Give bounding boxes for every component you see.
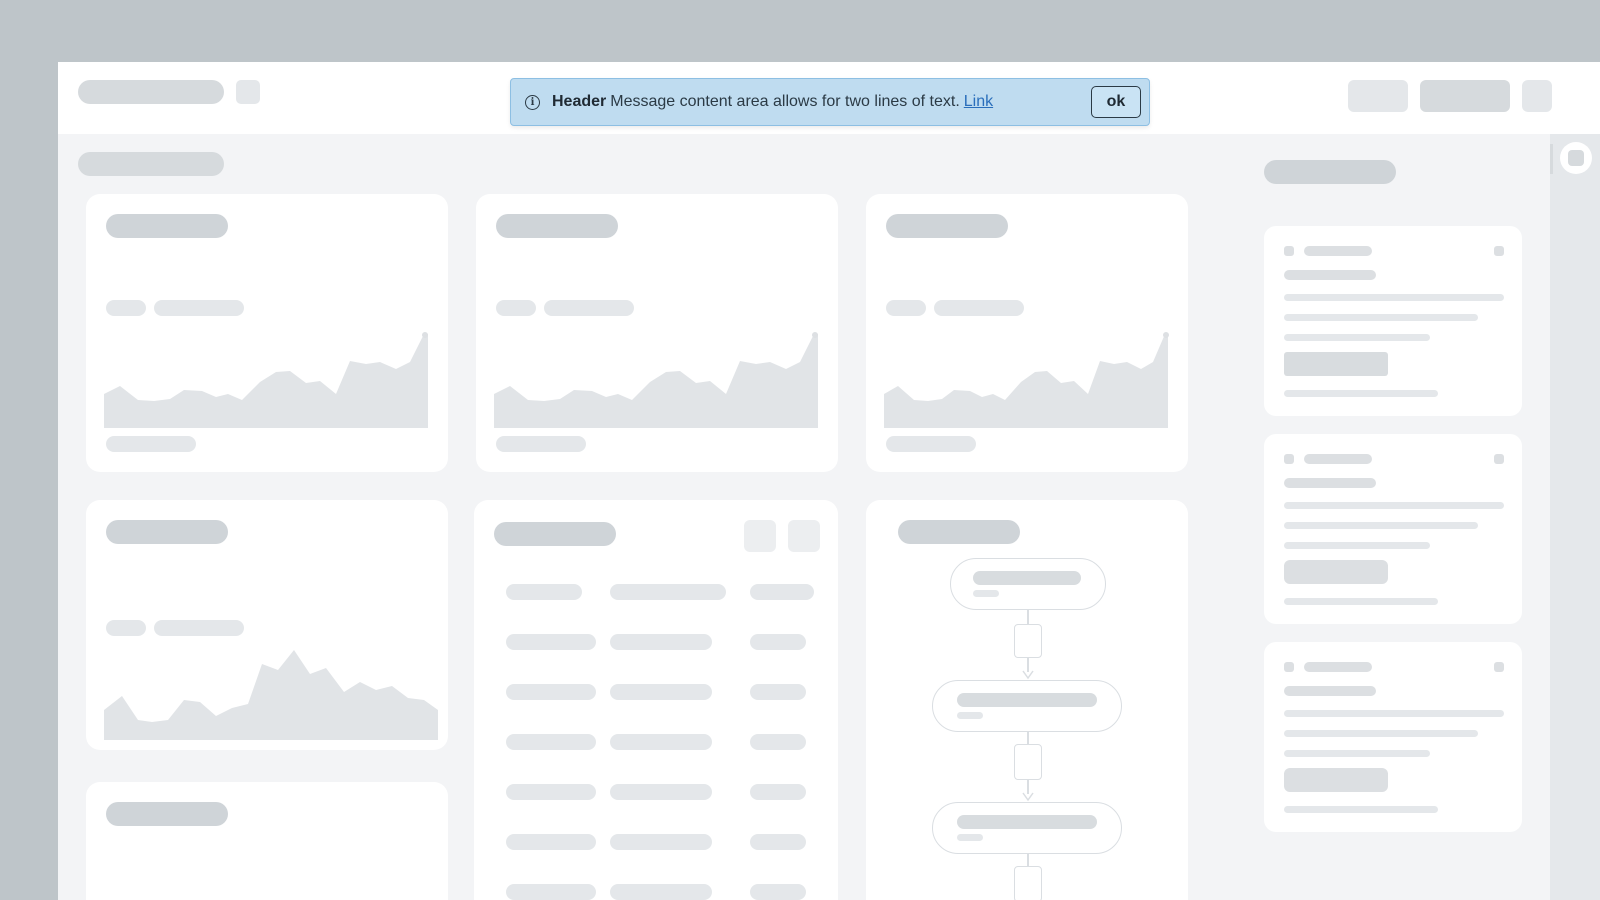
notification-banner: i Header Message content area allows for… <box>510 78 1150 126</box>
flow-node-1[interactable] <box>950 558 1106 610</box>
footer-placeholder <box>496 436 586 452</box>
metric-placeholder <box>886 300 926 316</box>
flow-connector <box>1027 610 1029 624</box>
side-card-3[interactable] <box>1264 642 1522 832</box>
metric-placeholder <box>154 300 244 316</box>
metric-placeholder <box>154 620 244 636</box>
area-chart <box>494 332 818 428</box>
metric-placeholder <box>106 300 146 316</box>
notification-link[interactable]: Link <box>964 93 993 111</box>
chart-card-4 <box>86 500 448 750</box>
arrow-down-icon <box>1022 670 1034 680</box>
chart-card-1 <box>86 194 448 472</box>
notification-header: Header <box>552 93 607 110</box>
side-card-1[interactable] <box>1264 226 1522 416</box>
area-chart <box>104 332 428 428</box>
page-title-placeholder <box>78 152 224 176</box>
area-chart <box>884 332 1169 428</box>
flow-connector <box>1027 732 1029 744</box>
metric-placeholder <box>934 300 1024 316</box>
area-chart <box>104 650 438 740</box>
flow-node-2[interactable] <box>932 680 1122 732</box>
topbar-action-button-3[interactable] <box>1522 80 1552 112</box>
topbar-action-button-1[interactable] <box>1348 80 1408 112</box>
flow-node-3[interactable] <box>932 802 1122 854</box>
flow-diagram-card <box>866 500 1188 900</box>
flow-connector <box>1027 854 1029 866</box>
chart-card-3 <box>866 194 1188 472</box>
card-title-placeholder <box>898 520 1020 544</box>
app-title-placeholder <box>78 80 224 104</box>
notification-message: Message content area allows for two line… <box>610 93 960 110</box>
card-title-placeholder <box>106 214 228 238</box>
card-title-placeholder <box>106 520 228 544</box>
square-icon <box>1568 150 1584 166</box>
info-icon: i <box>525 94 540 110</box>
flow-step-box[interactable] <box>1014 866 1042 900</box>
topbar-action-button-2[interactable] <box>1420 80 1510 112</box>
ok-button[interactable]: ok <box>1091 86 1141 118</box>
card-title-placeholder <box>886 214 1008 238</box>
metric-placeholder <box>496 300 536 316</box>
title-menu-button[interactable] <box>236 80 260 104</box>
side-panel-title-placeholder <box>1264 160 1396 184</box>
metric-placeholder <box>544 300 634 316</box>
table-action-button-2[interactable] <box>788 520 820 552</box>
rail-indicator <box>1550 144 1553 174</box>
right-rail <box>1550 134 1600 900</box>
side-card-2[interactable] <box>1264 434 1522 624</box>
arrow-down-icon <box>1022 792 1034 802</box>
card-title-placeholder <box>494 522 616 546</box>
footer-placeholder <box>886 436 976 452</box>
app-window <box>58 62 1600 900</box>
flow-step-box[interactable] <box>1014 744 1042 780</box>
flow-step-box[interactable] <box>1014 624 1042 658</box>
metric-placeholder <box>106 620 146 636</box>
table-action-button-1[interactable] <box>744 520 776 552</box>
chart-card-2 <box>476 194 838 472</box>
table-card <box>474 500 838 900</box>
card-title-placeholder <box>496 214 618 238</box>
rail-toggle-button[interactable] <box>1560 142 1592 174</box>
footer-placeholder <box>106 436 196 452</box>
card-5 <box>86 782 448 900</box>
card-title-placeholder <box>106 802 228 826</box>
